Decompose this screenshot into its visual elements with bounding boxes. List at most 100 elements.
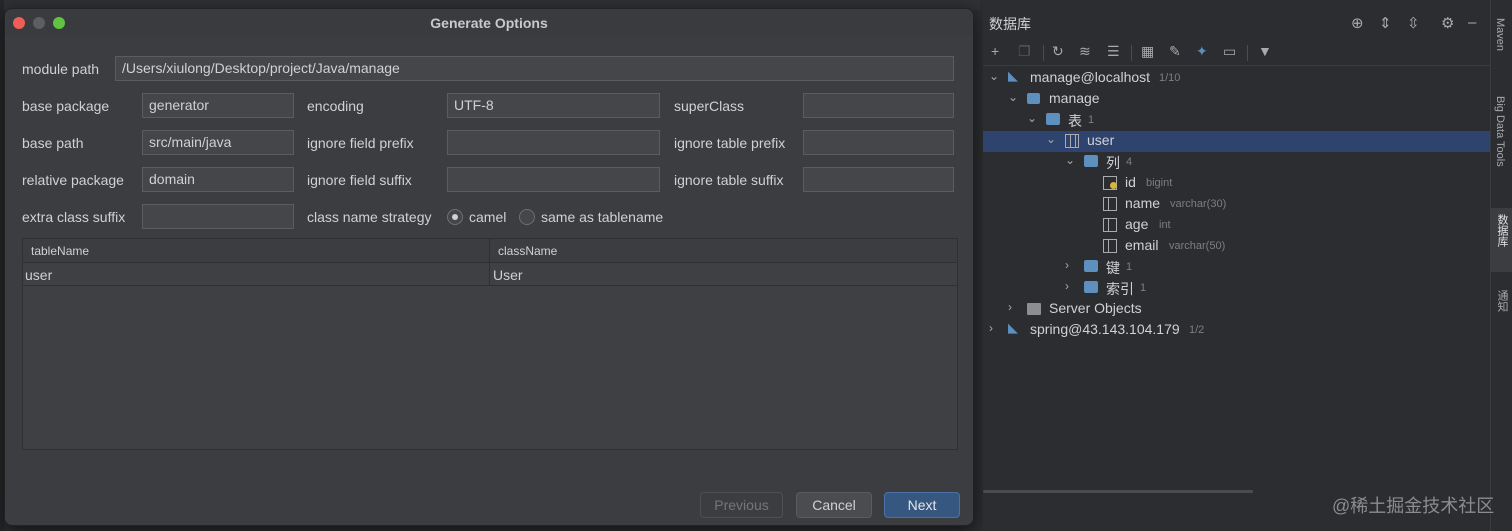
- chevron-down-icon[interactable]: ⌄: [989, 69, 999, 83]
- base-path-input[interactable]: src/main/java: [142, 130, 294, 155]
- same-as-tablename-radio[interactable]: [519, 209, 535, 225]
- tree-item-column-age[interactable]: age int: [983, 215, 1490, 236]
- tree-item-table-user[interactable]: ⌄ user: [983, 131, 1490, 152]
- encoding-input[interactable]: UTF-8: [447, 93, 660, 118]
- edit-icon[interactable]: ✎: [1169, 43, 1181, 60]
- filter-icon[interactable]: ▼: [1258, 43, 1272, 59]
- tree-item-label: user: [1087, 132, 1115, 148]
- tree-item-meta: 1: [1140, 282, 1147, 294]
- collapse-all-icon[interactable]: ⇳: [1407, 14, 1420, 32]
- base-package-input[interactable]: generator: [142, 93, 294, 118]
- jump-to-icon[interactable]: ✦: [1196, 43, 1208, 60]
- column-icon: [1103, 239, 1117, 253]
- next-button[interactable]: Next: [884, 492, 960, 518]
- table-row[interactable]: user User: [23, 264, 957, 286]
- schema-properties-icon[interactable]: ≋: [1079, 43, 1091, 60]
- column-header-tablename[interactable]: tableName: [31, 244, 89, 258]
- chevron-right-icon[interactable]: ›: [1008, 300, 1012, 314]
- folder-icon: [1084, 281, 1098, 293]
- table-header: tableName className: [23, 239, 957, 263]
- horizontal-scrollbar[interactable]: [983, 490, 1253, 493]
- folder-icon: [1084, 155, 1098, 167]
- tree-item-columns-folder[interactable]: ⌄ 列 4: [983, 152, 1490, 173]
- tree-item-meta: 1/10: [1159, 72, 1181, 84]
- extra-class-suffix-label: extra class suffix: [22, 209, 126, 225]
- column-icon: [1103, 197, 1117, 211]
- query-console-icon[interactable]: ▭: [1223, 43, 1236, 60]
- cell-tablename[interactable]: user: [25, 267, 52, 283]
- tree-item-column-name[interactable]: name varchar(30): [983, 194, 1490, 215]
- tree-item-schema-manage[interactable]: ⌄ manage: [983, 89, 1490, 110]
- database-tab[interactable]: 数据库: [1494, 214, 1510, 247]
- column-header-classname[interactable]: className: [498, 244, 557, 258]
- duplicate-icon[interactable]: ❐: [1018, 43, 1031, 60]
- tree-item-meta: 1: [1126, 261, 1133, 273]
- tree-item-connection-manage[interactable]: ⌄ ◣ manage@localhost 1/10: [983, 68, 1490, 89]
- ignore-field-suffix-input[interactable]: [447, 167, 660, 192]
- cancel-button[interactable]: Cancel: [796, 492, 872, 518]
- ignore-table-prefix-label: ignore table prefix: [674, 135, 786, 151]
- minimize-panel-icon[interactable]: –: [1468, 14, 1476, 31]
- tree-item-tables-folder[interactable]: ⌄ 表 1: [983, 110, 1490, 131]
- tree-item-label: email: [1125, 237, 1159, 253]
- table-icon: [1065, 134, 1079, 148]
- generate-options-dialog: Generate Options module path /Users/xiul…: [4, 8, 974, 526]
- base-package-label: base package: [22, 98, 110, 114]
- superclass-input[interactable]: [803, 93, 954, 118]
- tree-item-label: 列: [1106, 155, 1120, 171]
- camel-radio-label[interactable]: camel: [469, 209, 506, 225]
- chevron-right-icon[interactable]: ›: [1065, 279, 1069, 293]
- tree-item-label: id: [1125, 174, 1136, 190]
- right-tool-strip: Maven Big Data Tools 数据库 通知: [1490, 0, 1512, 531]
- camel-radio[interactable]: [447, 209, 463, 225]
- ignore-table-prefix-input[interactable]: [803, 130, 954, 155]
- chevron-down-icon[interactable]: ⌄: [1008, 90, 1018, 104]
- datasource-icon[interactable]: ☰: [1107, 43, 1120, 60]
- cell-classname[interactable]: User: [493, 267, 523, 283]
- tree-item-label: spring@43.143.104.179: [1030, 321, 1180, 337]
- add-icon[interactable]: +: [991, 43, 999, 59]
- toolbar-separator: [1247, 45, 1248, 61]
- tree-item-server-objects[interactable]: › Server Objects: [983, 299, 1490, 320]
- tree-item-meta: bigint: [1146, 177, 1173, 189]
- extra-class-suffix-input[interactable]: [142, 204, 294, 229]
- superclass-label: superClass: [674, 98, 745, 114]
- tree-item-keys-folder[interactable]: › 键 1: [983, 257, 1490, 278]
- target-icon[interactable]: ⊕: [1351, 14, 1364, 32]
- maven-tab[interactable]: Maven: [1494, 18, 1506, 51]
- module-path-input[interactable]: /Users/xiulong/Desktop/project/Java/mana…: [115, 56, 954, 81]
- class-name-strategy-label: class name strategy: [307, 209, 432, 225]
- relative-package-input[interactable]: domain: [142, 167, 294, 192]
- chevron-right-icon[interactable]: ›: [989, 321, 993, 335]
- tree-item-label: manage: [1049, 90, 1100, 106]
- refresh-icon[interactable]: ↻: [1052, 43, 1064, 60]
- tree-item-meta: varchar(50): [1169, 240, 1226, 252]
- dialog-titlebar: Generate Options: [5, 9, 973, 37]
- database-toolbar: + ❐ ↻ ≋ ☰ ▦ ✎ ✦ ▭ ▼: [983, 40, 1490, 66]
- chevron-right-icon[interactable]: ›: [1065, 258, 1069, 272]
- table-mapping-grid[interactable]: tableName className user User: [22, 238, 958, 450]
- ignore-field-prefix-input[interactable]: [447, 130, 660, 155]
- tree-item-label: 表: [1068, 113, 1082, 129]
- tree-item-label: 索引: [1106, 281, 1134, 297]
- tree-item-column-id[interactable]: id bigint: [983, 173, 1490, 194]
- tree-item-connection-spring[interactable]: › ◣ spring@43.143.104.179 1/2: [983, 320, 1490, 341]
- tree-item-index-folder[interactable]: › 索引 1: [983, 278, 1490, 299]
- folder-icon: [1084, 260, 1098, 272]
- big-data-tools-tab[interactable]: Big Data Tools: [1494, 96, 1506, 167]
- gear-icon[interactable]: ⚙: [1441, 14, 1454, 32]
- ignore-field-prefix-label: ignore field prefix: [307, 135, 414, 151]
- expand-all-icon[interactable]: ⇕: [1379, 14, 1392, 32]
- ignore-table-suffix-input[interactable]: [803, 167, 954, 192]
- server-objects-icon: [1027, 303, 1041, 315]
- notifications-tab[interactable]: 通知: [1494, 290, 1510, 312]
- chevron-down-icon[interactable]: ⌄: [1027, 111, 1037, 125]
- table-view-icon[interactable]: ▦: [1141, 43, 1154, 60]
- tree-item-meta: int: [1159, 219, 1171, 231]
- tree-item-column-email[interactable]: email varchar(50): [983, 236, 1490, 257]
- same-as-tablename-radio-label[interactable]: same as tablename: [541, 209, 663, 225]
- watermark: @稀土掘金技术社区: [1332, 496, 1495, 516]
- chevron-down-icon[interactable]: ⌄: [1046, 132, 1056, 146]
- chevron-down-icon[interactable]: ⌄: [1065, 153, 1075, 167]
- previous-button[interactable]: Previous: [700, 492, 783, 518]
